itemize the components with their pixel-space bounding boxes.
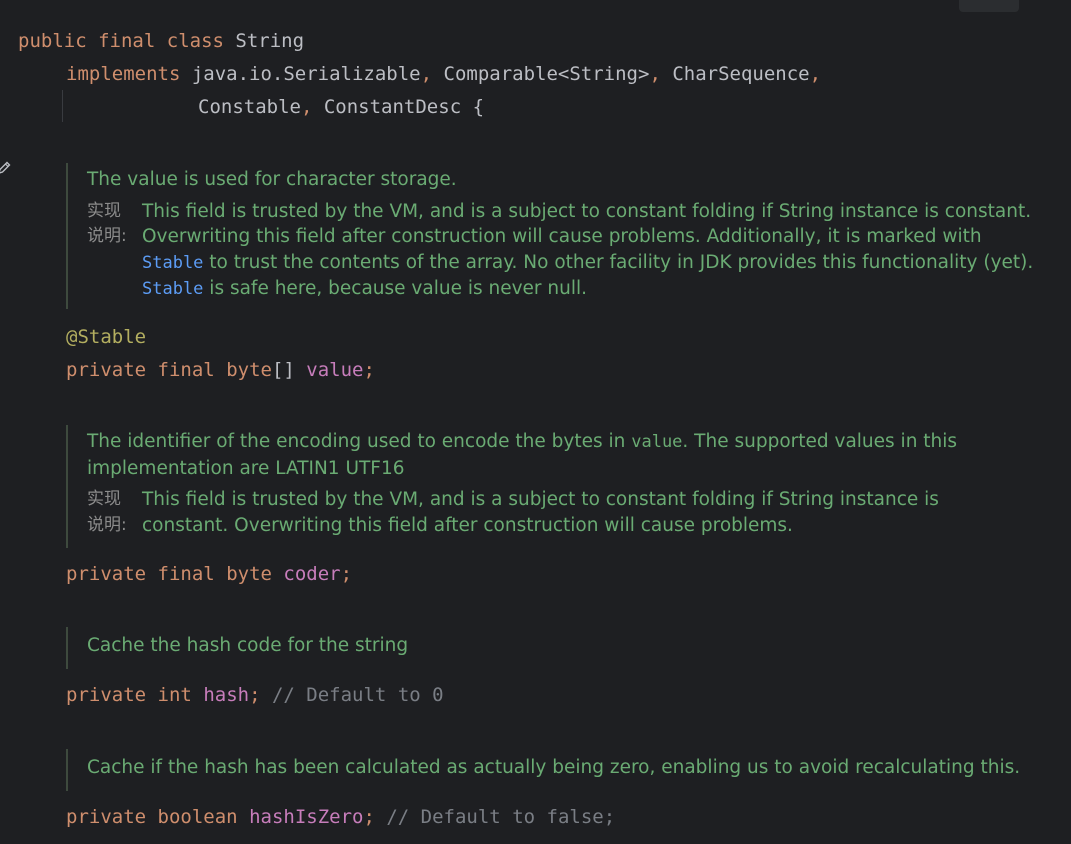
field-name: hashIsZero [249, 806, 364, 828]
implnote-label: 实现 说明: [87, 200, 127, 247]
javadoc-value: The value is used for character storage.… [66, 163, 1037, 309]
doc-summary: The value is used for character storage. [87, 169, 457, 190]
implnote-text: This field is trusted by the VM, and is … [142, 200, 1034, 300]
value-field-line: private final byte[] value; [66, 359, 375, 381]
implements-line-continued: Constable, ConstantDesc { [198, 96, 485, 118]
implnote-label: 实现 说明: [87, 489, 127, 535]
indent-guide [62, 90, 63, 122]
stable-link[interactable]: Stable [142, 253, 203, 273]
field-name: hash [203, 684, 250, 706]
stable-link[interactable]: Stable [142, 279, 203, 299]
doc-summary: Cache if the hash has been calculated as… [87, 757, 1021, 778]
class-declaration-line: public final class String [18, 30, 305, 52]
javadoc-hash: Cache the hash code for the string [66, 627, 887, 669]
line-comment: // Default to false; [386, 806, 616, 828]
javadoc-coder: The identifier of the encoding used to e… [66, 425, 967, 548]
annotation-line: @Stable [66, 326, 147, 348]
pencil-icon[interactable] [0, 160, 12, 176]
implements-line: implements java.io.Serializable, Compara… [66, 63, 822, 85]
doc-summary: Cache the hash code for the string [87, 635, 409, 656]
implnote-text: This field is trusted by the VM, and is … [142, 489, 939, 536]
javadoc-hashiszero: Cache if the hash has been calculated as… [66, 749, 1047, 791]
editor-tab-stub [959, 0, 1019, 12]
line-comment: // Default to 0 [271, 684, 444, 706]
field-name: value [306, 359, 364, 381]
hash-field-line: private int hash; // Default to 0 [66, 684, 444, 706]
hashiszero-field-line: private boolean hashIsZero; // Default t… [66, 806, 616, 828]
coder-field-line: private final byte coder; [66, 563, 353, 585]
implnote-row: 实现 说明: This field is trusted by the VM, … [87, 199, 1037, 303]
doc-summary: The identifier of the encoding used to e… [87, 431, 958, 479]
implnote-row: 实现 说明: This field is trusted by the VM, … [87, 487, 967, 538]
field-name: coder [283, 563, 341, 585]
class-name: String [235, 30, 305, 52]
